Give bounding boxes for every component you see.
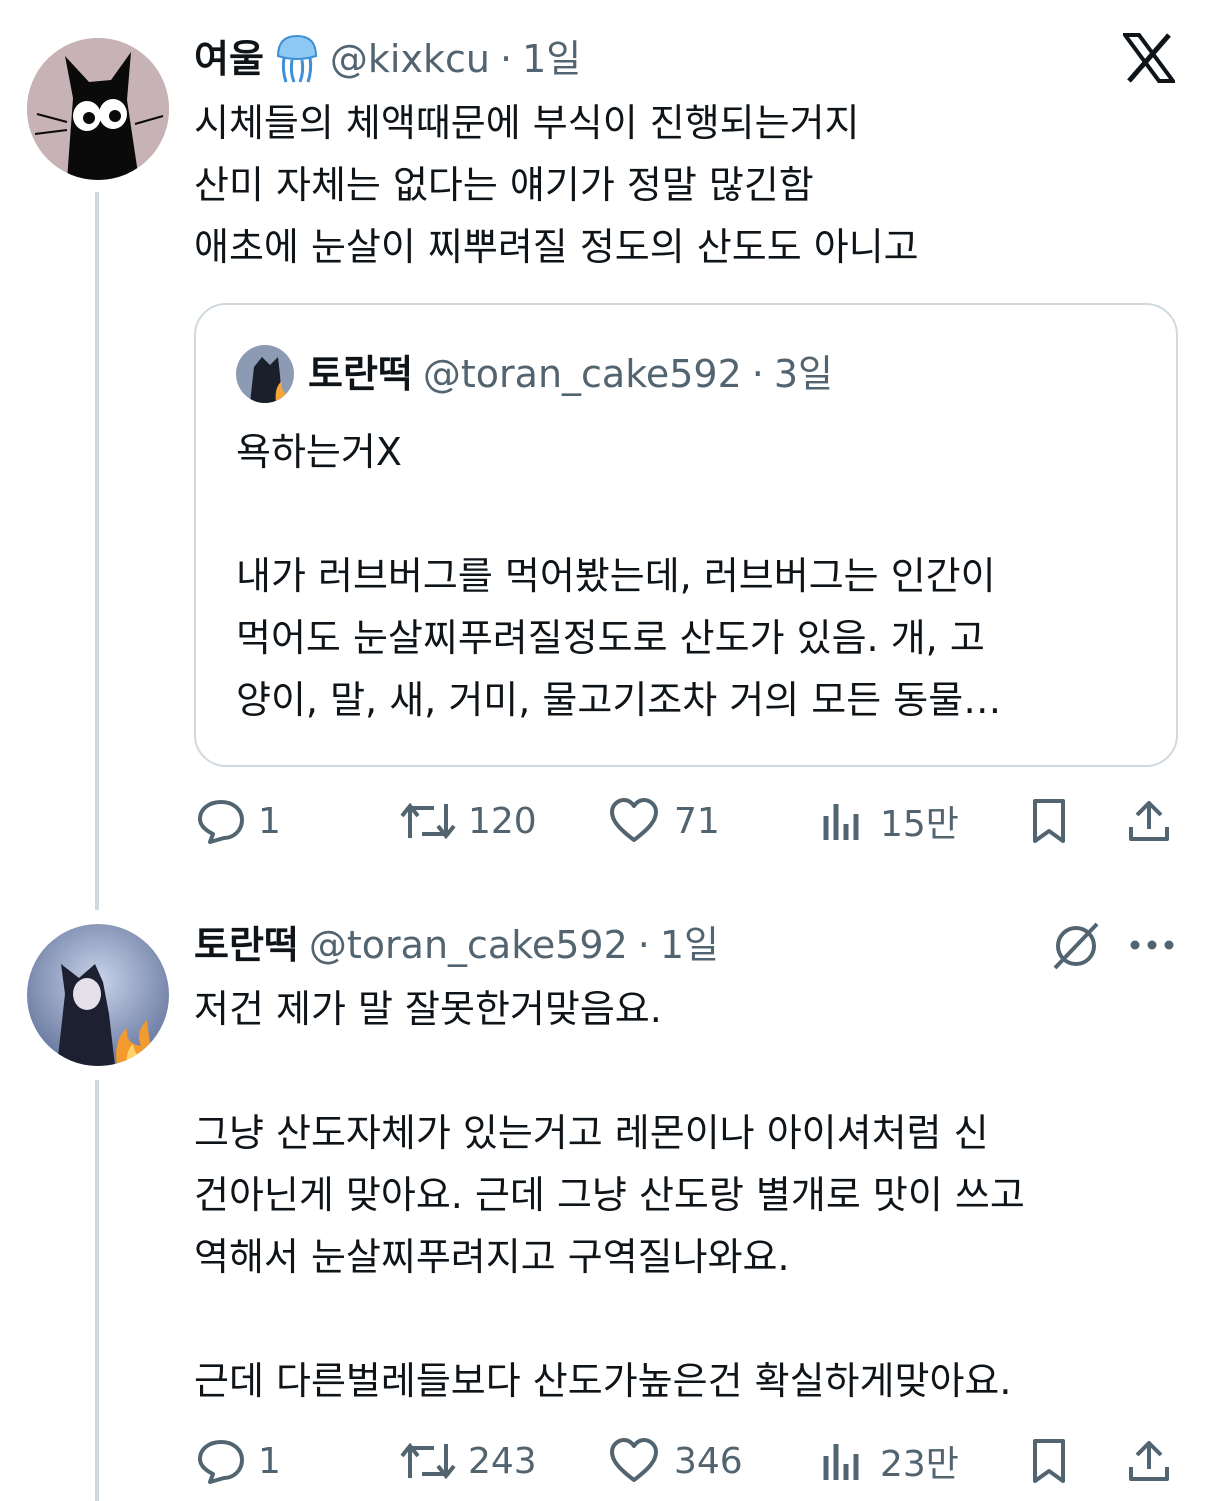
like-count: 71 [674,800,720,842]
quoted-text: 욕하는거X 내가 러브버그를 먹어봤는데, 러브버그는 인간이 먹어도 눈살찌푸… [236,430,1002,722]
repost-button[interactable]: 243 [398,1436,537,1486]
separator-dot: · [637,923,650,967]
quoted-author-name: 토란떡 [308,352,413,396]
x-logo-icon[interactable] [1122,32,1176,84]
quoted-tweet[interactable]: 토란떡 @toran_cake592 · 3일 욕하는거X 내가 러브버그를 먹… [194,303,1178,767]
separator-dot: · [751,352,764,396]
timestamp[interactable]: 1일 [660,922,719,968]
avatar[interactable] [27,924,169,1066]
like-button[interactable]: 71 [608,796,720,846]
repost-count: 243 [468,1440,537,1482]
thread-line-2 [95,1080,99,1501]
tweet-text: 시체들의 체액때문에 부식이 진행되는거지 산미 자체는 없다는 얘기가 정말 … [194,101,919,269]
like-button[interactable]: 346 [608,1436,743,1486]
reply-icon [196,1436,246,1486]
jellyfish-emoji-icon [274,34,320,84]
views-button[interactable]: 15만 [820,796,959,846]
repost-button[interactable]: 120 [398,796,537,846]
views-count: 23만 [880,1444,959,1485]
tweet-text: 저건 제가 말 잘못한거맞음요. 그냥 산도자체가 있는거고 레몬이나 아이셔처… [194,987,1025,1403]
repost-icon [398,1436,458,1486]
reply-button[interactable]: 1 [196,796,281,846]
views-count: 15만 [880,804,959,845]
reply-icon [196,796,246,846]
like-count: 346 [674,1440,743,1482]
quoted-author-handle: @toran_cake592 [422,352,742,396]
timestamp[interactable]: 1일 [522,36,581,82]
heart-icon [608,1436,660,1486]
author-handle[interactable]: @toran_cake592 [309,922,628,968]
thread-line [95,192,99,910]
grok-icon[interactable] [1048,920,1104,972]
quoted-timestamp: 3일 [773,352,834,396]
quoted-avatar[interactable] [236,345,294,403]
author-name[interactable]: 여울 [194,36,264,82]
reply-count: 1 [258,800,281,842]
author-handle[interactable]: @kixkcu [330,36,490,82]
heart-icon [608,796,660,846]
repost-count: 120 [468,800,537,842]
tweet1-header: 여울 @kixkcu · 1일 [194,34,581,84]
share-icon[interactable] [1124,1436,1174,1486]
views-icon [820,1436,864,1486]
quoted-header: 토란떡 @toran_cake592 · 3일 [308,351,833,397]
reply-count: 1 [258,1440,281,1482]
share-icon[interactable] [1124,796,1174,846]
separator-dot: · [499,37,513,81]
repost-icon [398,796,458,846]
author-name[interactable]: 토란떡 [194,922,299,968]
more-icon[interactable] [1128,930,1176,960]
bookmark-icon[interactable] [1026,1436,1072,1486]
reply-button[interactable]: 1 [196,1436,281,1486]
views-icon [820,796,864,846]
bookmark-icon[interactable] [1026,796,1072,846]
avatar[interactable] [27,38,169,180]
tweet2-header: 토란떡 @toran_cake592 · 1일 [194,922,719,968]
views-button[interactable]: 23만 [820,1436,959,1486]
